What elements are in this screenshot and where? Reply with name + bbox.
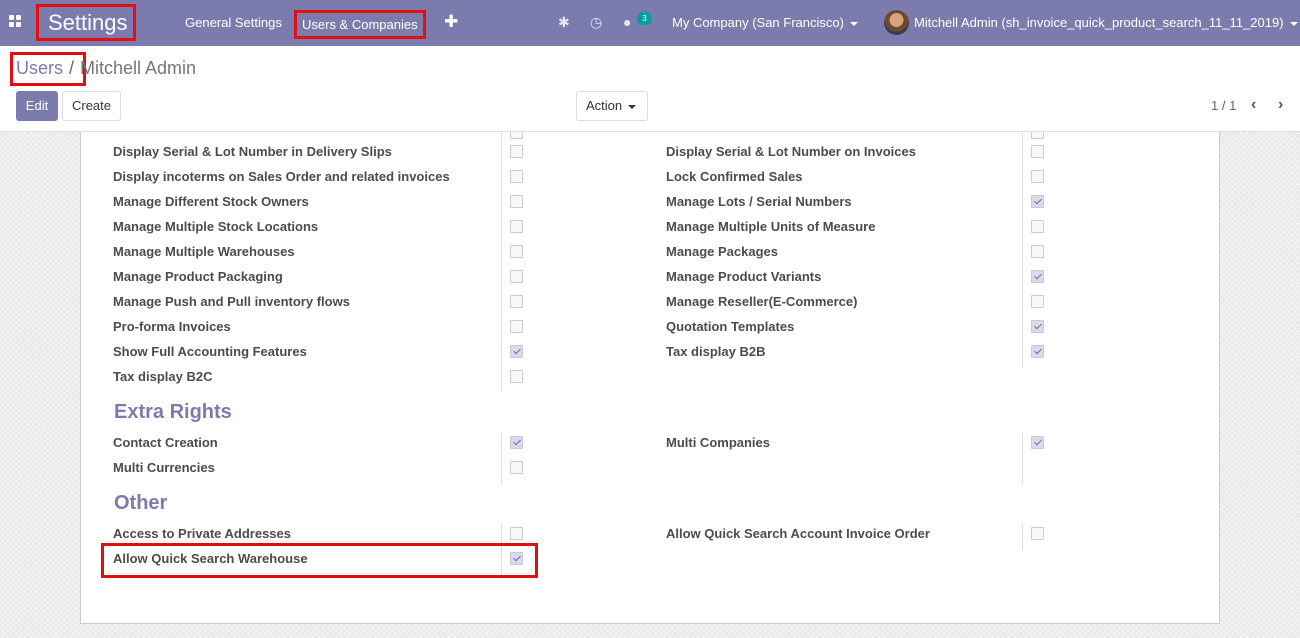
pager-next-icon[interactable]: › [1278, 96, 1283, 114]
field-label: Manage Product Packaging [113, 269, 283, 284]
section-title-other: Other [114, 492, 168, 514]
field-label: Manage Product Variants [666, 269, 822, 284]
checkbox-unchecked[interactable] [510, 145, 523, 158]
plus-icon[interactable]: ✚ [444, 12, 458, 32]
checkbox-unchecked[interactable] [510, 170, 523, 183]
checkbox-unchecked[interactable] [510, 461, 523, 474]
checkbox-unchecked[interactable] [510, 220, 523, 233]
field-label: Show Full Accounting Features [113, 344, 307, 359]
field-label: Access to Private Addresses [113, 526, 292, 541]
checkbox-unchecked[interactable] [510, 295, 523, 308]
company-switcher[interactable]: My Company (San Francisco) [672, 0, 858, 46]
checkbox-unchecked[interactable] [1031, 527, 1044, 540]
field-label: Tax display B2C [113, 369, 213, 384]
column-divider [501, 433, 502, 484]
column-divider [1022, 524, 1023, 550]
checkbox-checked[interactable] [1031, 320, 1044, 333]
chat-badge: 3 [637, 12, 652, 25]
avatar[interactable] [884, 10, 909, 35]
section-title-extra-rights: Extra Rights [114, 401, 232, 423]
column-divider [501, 132, 502, 392]
checkbox-unchecked[interactable] [510, 527, 523, 540]
action-label: Action [586, 98, 623, 113]
bug-icon[interactable]: ✱ [558, 14, 570, 31]
column-divider [1022, 433, 1023, 484]
checkbox-unchecked[interactable] [510, 245, 523, 258]
user-name: Mitchell Admin (sh_invoice_quick_product… [914, 15, 1284, 30]
checkbox-unchecked[interactable] [1031, 145, 1044, 158]
field-label: Display incoterms on Sales Order and rel… [113, 169, 450, 184]
user-menu[interactable]: Mitchell Admin (sh_invoice_quick_product… [914, 0, 1298, 46]
edit-button[interactable]: Edit [16, 91, 58, 121]
company-name: My Company (San Francisco) [672, 15, 844, 30]
breadcrumb-users[interactable]: Users [16, 58, 63, 79]
top-navbar: Settings General Settings Users & Compan… [0, 0, 1300, 46]
field-label: Contact Creation [113, 435, 218, 450]
field-label: Allow Quick Search Account Invoice Order [666, 526, 930, 541]
field-label: Manage Multiple Units of Measure [666, 219, 876, 234]
create-button[interactable]: Create [62, 91, 121, 121]
highlight-quick-search-warehouse [101, 543, 538, 578]
breadcrumb-current: Mitchell Admin [80, 58, 197, 78]
field-label: Display Serial & Lot Number in Delivery … [113, 144, 392, 159]
field-label: Manage Packages [666, 244, 779, 259]
app-brand-title[interactable]: Settings [36, 4, 136, 41]
field-label: Pro-forma Invoices [113, 319, 231, 334]
column-divider [1022, 132, 1023, 368]
checkbox-checked[interactable] [510, 345, 523, 358]
field-label: Manage Multiple Warehouses [113, 244, 295, 259]
clock-icon[interactable]: ◷ [590, 14, 602, 31]
menu-general-settings[interactable]: General Settings [185, 0, 282, 46]
checkbox-checked[interactable] [1031, 270, 1044, 283]
checkbox-unchecked[interactable] [1031, 245, 1044, 258]
chat-icon[interactable]: ● [623, 14, 631, 30]
chevron-down-icon [1289, 21, 1298, 26]
checkbox-unchecked[interactable] [510, 270, 523, 283]
field-label: Manage Push and Pull inventory flows [113, 294, 350, 309]
chevron-down-icon [849, 21, 858, 26]
field-label: Multi Companies [666, 435, 771, 450]
field-label: Tax display B2B [666, 344, 766, 359]
checkbox-unchecked[interactable] [510, 195, 523, 208]
field-label: Multi Currencies [113, 460, 215, 475]
pager-prev-icon[interactable]: ‹ [1251, 96, 1256, 114]
menu-users-companies[interactable]: Users & Companies [294, 10, 426, 39]
checkbox-checked[interactable] [1031, 345, 1044, 358]
checkbox-checked[interactable] [1031, 195, 1044, 208]
field-label: Lock Confirmed Sales [666, 169, 803, 184]
checkbox-checked[interactable] [510, 436, 523, 449]
checkbox-unchecked[interactable] [1031, 295, 1044, 308]
action-dropdown[interactable]: Action [576, 91, 648, 121]
pager-value: 1 / 1 [1211, 98, 1237, 113]
checkbox-unchecked[interactable] [1031, 170, 1044, 183]
checkbox[interactable] [1031, 132, 1044, 139]
checkbox-unchecked[interactable] [1031, 220, 1044, 233]
field-label: Manage Different Stock Owners [113, 194, 309, 209]
checkbox[interactable] [510, 132, 523, 139]
field-label: Manage Multiple Stock Locations [113, 219, 319, 234]
apps-menu-icon[interactable] [9, 15, 23, 29]
checkbox-unchecked[interactable] [510, 320, 523, 333]
checkbox-checked[interactable] [1031, 436, 1044, 449]
checkbox-unchecked[interactable] [510, 370, 523, 383]
chevron-down-icon [628, 104, 637, 109]
field-label: Manage Lots / Serial Numbers [666, 194, 852, 209]
field-label: Quotation Templates [666, 319, 795, 334]
breadcrumb-separator: / [69, 58, 75, 78]
field-label: Display Serial & Lot Number on Invoices [666, 144, 916, 159]
field-label: Manage Reseller(E-Commerce) [666, 294, 858, 309]
